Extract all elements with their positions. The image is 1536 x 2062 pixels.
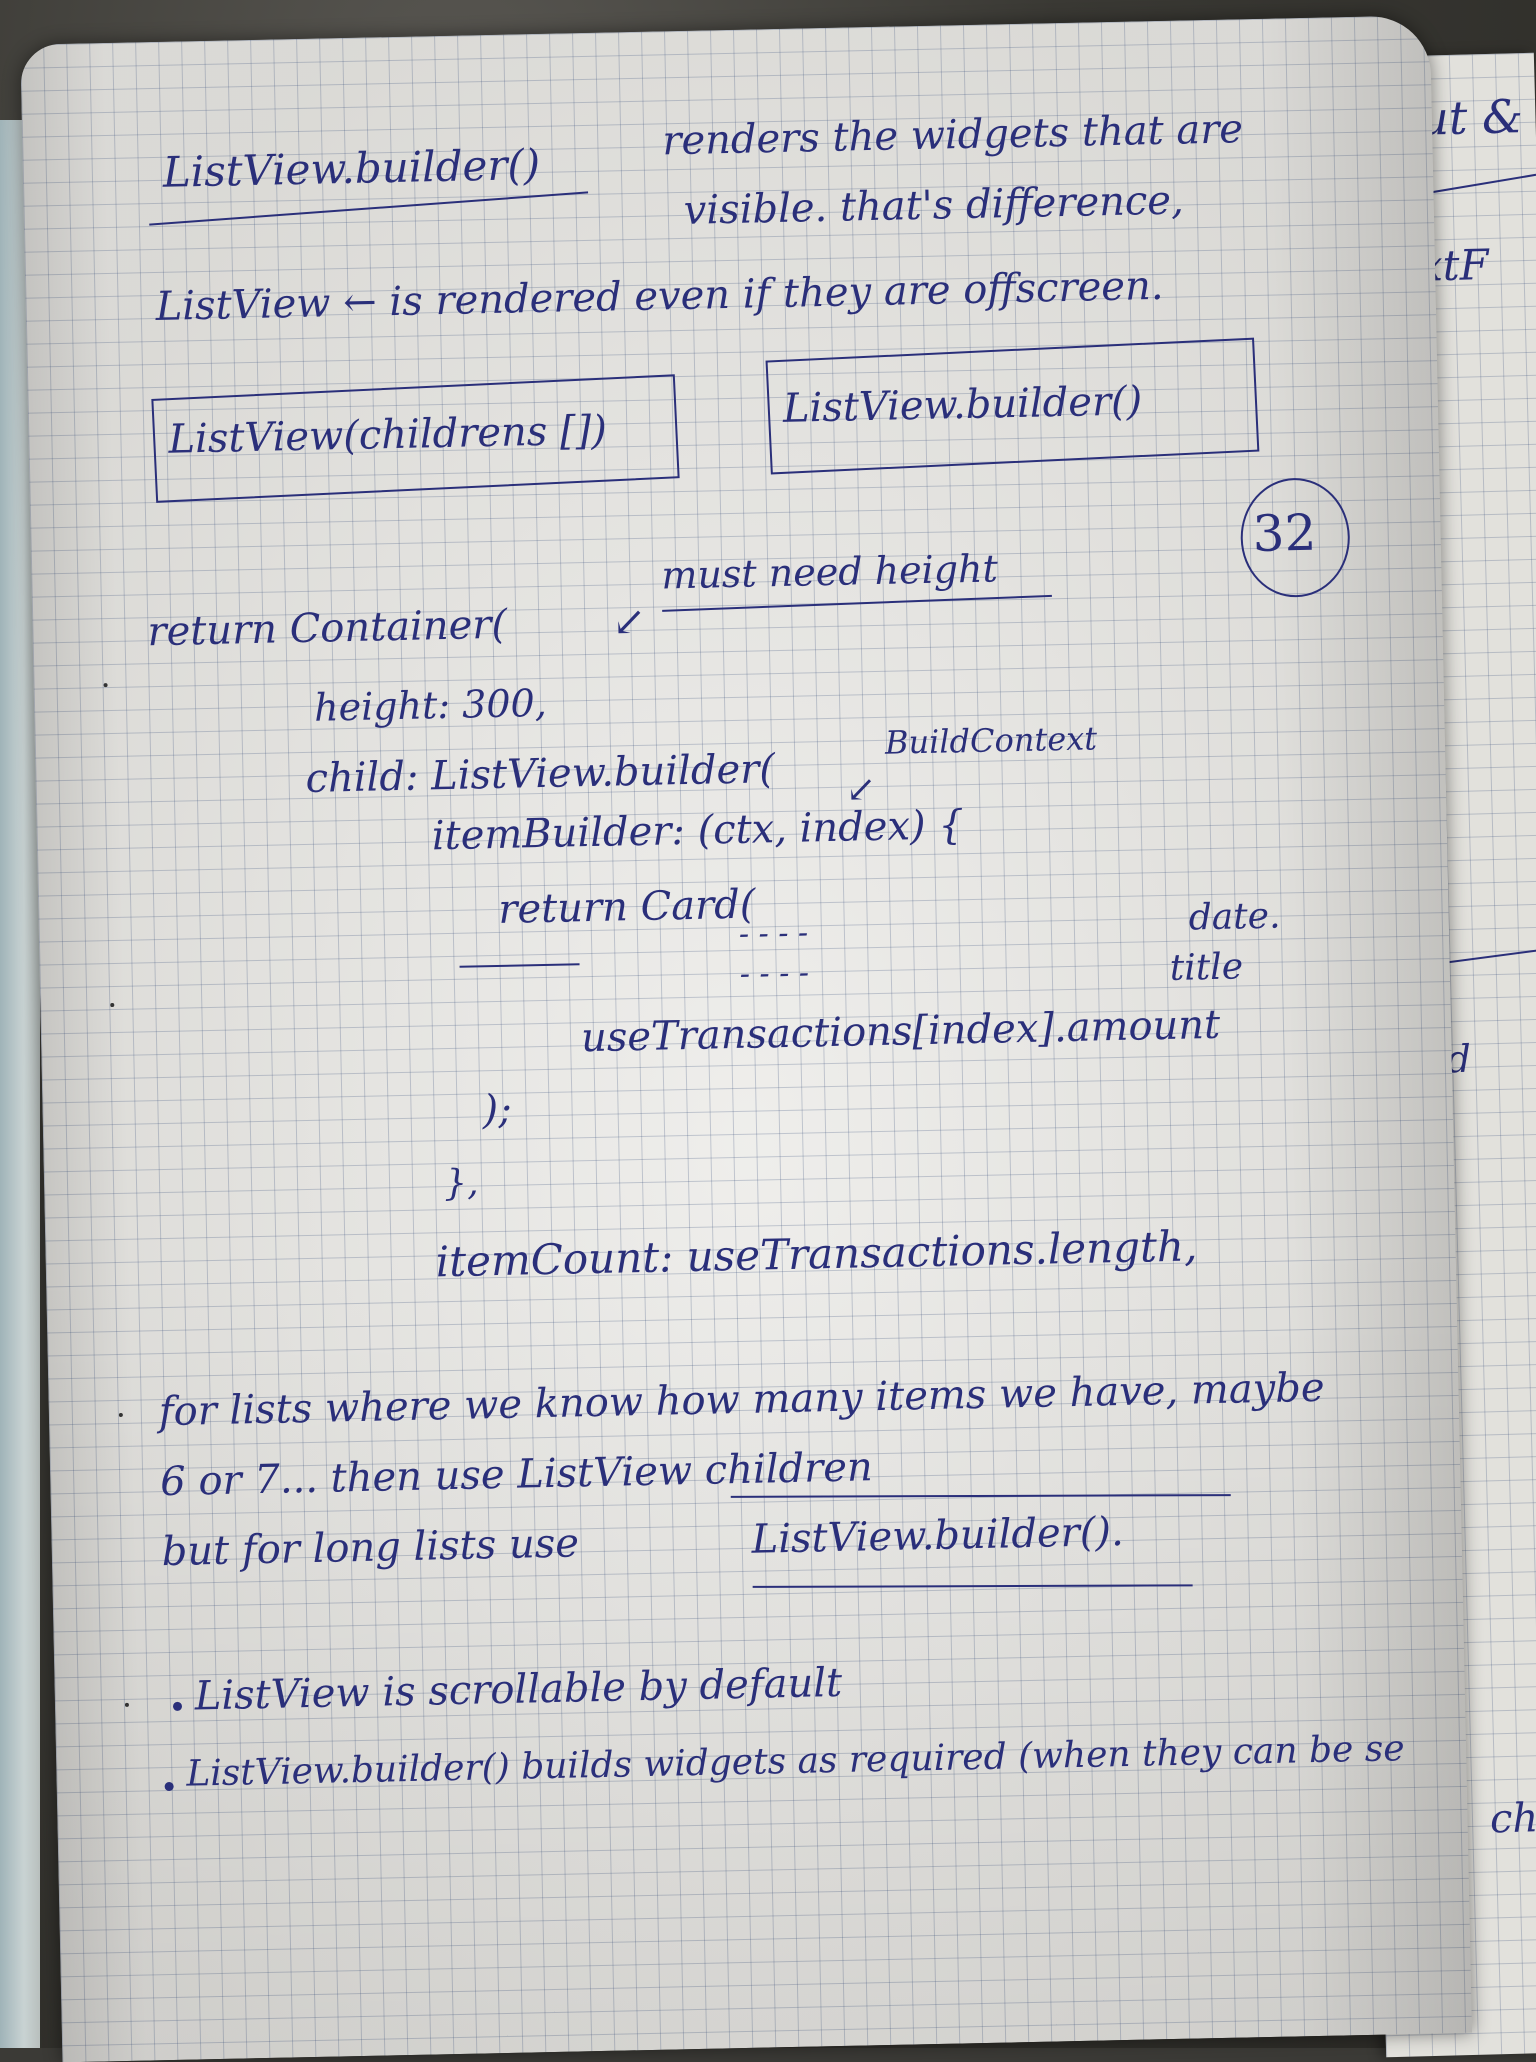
code-itemcount: itemCount: useTransactions.length, (435, 1221, 1198, 1287)
note-listview-builder-title: ListView.builder() (162, 139, 541, 197)
bullet-dot (164, 1781, 174, 1792)
para-overline (730, 1494, 1231, 1498)
code-return-card: return Card( (497, 881, 756, 933)
note-visible-difference: visible. that's difference, (683, 177, 1185, 234)
code-note-underline (662, 594, 1052, 612)
code-return-container: return Container( (147, 601, 508, 656)
code-title: title (1169, 946, 1244, 989)
para-known-items: for lists where we know how many items w… (158, 1364, 1325, 1436)
code-note-height: must need height (660, 546, 999, 598)
notebook-page: ListView.builder() renders the widgets t… (20, 15, 1473, 2062)
para-six-or-seven: 6 or 7... then use ListView children (159, 1444, 874, 1506)
code-close-paren: ); (482, 1086, 513, 1134)
code-child: child: ListView.builder( (305, 746, 776, 802)
page-hole (124, 1702, 129, 1707)
bullet-scrollable: ListView is scrollable by default (194, 1659, 843, 1720)
code-dash-1: - - - - (738, 915, 809, 952)
note-renders-visible: renders the widgets that are (661, 106, 1244, 165)
title-underline (149, 191, 589, 226)
para-listview-builder: ListView.builder(). (751, 1508, 1125, 1563)
page-hole (118, 1412, 123, 1417)
box-listview-builder-label: ListView.builder() (782, 378, 1143, 432)
code-buildcontext: BuildContext (884, 719, 1098, 762)
code-dash-2: - - - - (739, 955, 810, 992)
code-dash-line (459, 963, 580, 968)
para-long-lists: but for long lists use (161, 1520, 580, 1576)
code-transactions-amount: useTransactions[index].amount (580, 1001, 1221, 1062)
para-underline (752, 1584, 1193, 1588)
code-height: height: 300, (313, 680, 548, 730)
note-listview-offscreen: ListView ← is rendered even if they are … (155, 262, 1164, 330)
page-hole (103, 683, 108, 688)
arrow-icon: ↙ (611, 598, 647, 646)
code-date: date. (1188, 895, 1281, 939)
code-itembuilder: itemBuilder: (ctx, index) { (431, 802, 965, 860)
box-listview-children-label: ListView(childrens []) (167, 407, 608, 463)
page-hole (110, 1003, 115, 1008)
code-close-brace: }, (443, 1162, 479, 1205)
right-text-chil: chil (1489, 1794, 1536, 1843)
bullet-builds-widgets: ListView.builder() builds widgets as req… (185, 1728, 1405, 1795)
page-number: 32 (1252, 503, 1317, 564)
bullet-dot (172, 1701, 183, 1711)
